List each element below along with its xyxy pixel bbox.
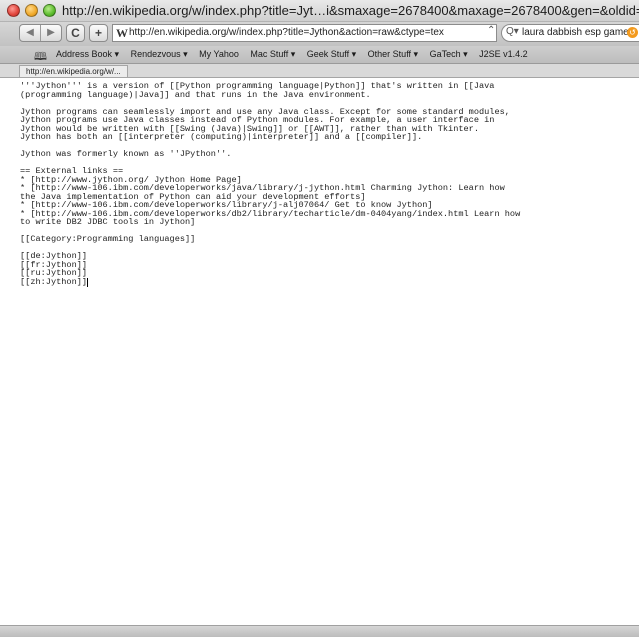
bookmark-rendezvous[interactable]: Rendezvous ▾ bbox=[131, 49, 188, 60]
address-text[interactable]: http://en.wikipedia.org/w/index.php?titl… bbox=[129, 27, 444, 38]
search-input[interactable]: laura dabbish esp game bbox=[522, 27, 629, 38]
bookmark-other-stuff[interactable]: Other Stuff ▾ bbox=[368, 49, 418, 60]
show-all-bookmarks-icon[interactable]: 🕮 bbox=[34, 48, 47, 63]
bookmark-address-book[interactable]: Address Book ▾ bbox=[56, 49, 119, 60]
browser-window: http://en.wikipedia.org/w/index.php?titl… bbox=[0, 0, 639, 637]
bookmark-my-yahoo[interactable]: My Yahoo bbox=[199, 49, 239, 59]
wikitext-body: '''Jython''' is a version of [[Python pr… bbox=[20, 81, 521, 287]
bookmark-mac-stuff[interactable]: Mac Stuff ▾ bbox=[250, 49, 295, 60]
back-forward-group: ◀ ▶ bbox=[19, 24, 62, 42]
bookmark-j2se[interactable]: J2SE v1.4.2 bbox=[479, 49, 528, 59]
toolbar: ◀ ▶ C + W http://en.wikipedia.org/w/inde… bbox=[0, 22, 639, 46]
status-bar bbox=[0, 625, 639, 637]
page-content[interactable]: '''Jython''' is a version of [[Python pr… bbox=[0, 78, 639, 625]
address-field[interactable]: W http://en.wikipedia.org/w/index.php?ti… bbox=[112, 24, 497, 42]
bookmark-geek-stuff[interactable]: Geek Stuff ▾ bbox=[307, 49, 356, 60]
search-snapback-icon[interactable]: ↺ bbox=[627, 27, 638, 38]
bookmark-items: Address Book ▾ Rendezvous ▾ My Yahoo Mac… bbox=[56, 49, 537, 60]
tab-active[interactable]: http://en.wikipedia.org/w/... bbox=[19, 65, 128, 77]
window-title: http://en.wikipedia.org/w/index.php?titl… bbox=[62, 3, 639, 18]
reload-button[interactable]: C bbox=[66, 24, 85, 42]
tab-strip: http://en.wikipedia.org/w/... bbox=[0, 64, 639, 78]
bookmark-gatech[interactable]: GaTech ▾ bbox=[430, 49, 468, 60]
forward-button[interactable]: ▶ bbox=[41, 25, 61, 41]
bookmarks-bar: 🕮 Address Book ▾ Rendezvous ▾ My Yahoo M… bbox=[0, 46, 639, 64]
search-icon[interactable]: Q▾ bbox=[506, 26, 519, 37]
wikipedia-favicon-icon: W bbox=[116, 26, 128, 40]
close-window-icon[interactable] bbox=[7, 4, 20, 17]
back-button[interactable]: ◀ bbox=[20, 25, 41, 41]
title-bar[interactable]: http://en.wikipedia.org/w/index.php?titl… bbox=[0, 0, 639, 22]
snapback-caret-icon[interactable]: ⌃ bbox=[487, 25, 497, 41]
search-field[interactable]: Q▾ laura dabbish esp game ↺ bbox=[501, 24, 639, 42]
minimize-window-icon[interactable] bbox=[25, 4, 38, 17]
zoom-window-icon[interactable] bbox=[43, 4, 56, 17]
raw-wikitext[interactable]: '''Jython''' is a version of [[Python pr… bbox=[0, 78, 639, 287]
text-caret bbox=[87, 277, 89, 287]
add-bookmark-button[interactable]: + bbox=[89, 24, 108, 42]
